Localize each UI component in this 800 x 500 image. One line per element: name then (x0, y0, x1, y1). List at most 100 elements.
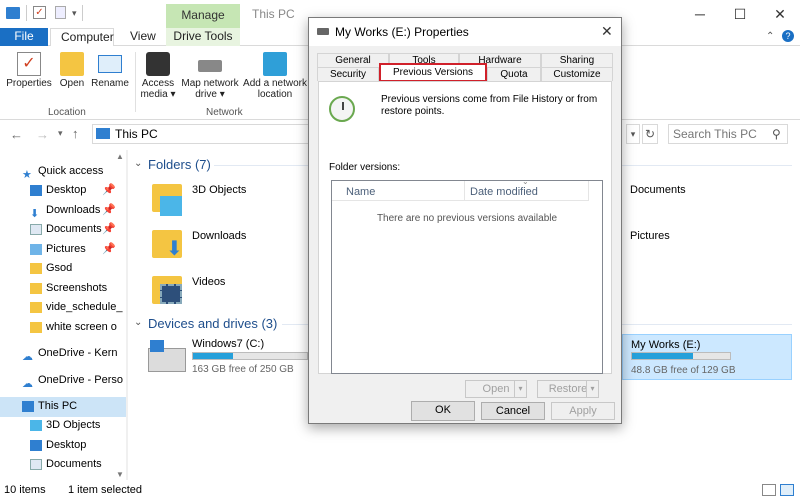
properties-dialog: My Works (E:) Properties ✕ General Tools… (308, 17, 622, 424)
nav-desktop[interactable]: Desktop 📌 (0, 181, 126, 201)
tab-sharing[interactable]: Sharing (541, 53, 613, 67)
tiles-view-icon[interactable] (780, 484, 794, 496)
access-media-button[interactable]: Access media ▾ (138, 52, 178, 100)
ok-button[interactable]: OK (411, 401, 475, 421)
nav-desktop[interactable]: Desktop (0, 436, 126, 456)
properties-button[interactable]: ✓ Properties (4, 52, 54, 89)
nav-pictures[interactable]: Pictures 📌 (0, 240, 126, 260)
pin-icon: 📌 (102, 204, 116, 216)
folder-icon (30, 282, 42, 294)
chevron-down-icon[interactable]: ▾ (586, 381, 598, 397)
nav-this-pc[interactable]: This PC (0, 397, 126, 417)
map-drive-label: Map network drive ▾ (181, 78, 239, 100)
folder-item[interactable]: Videos (150, 274, 300, 314)
rename-button[interactable]: Rename (90, 52, 130, 89)
minimize-button[interactable]: ─ (680, 0, 720, 28)
tab-previous-versions[interactable]: Previous Versions (379, 63, 487, 82)
group-divider (135, 52, 136, 112)
divider (26, 5, 27, 21)
back-icon[interactable]: ← (10, 127, 23, 142)
dialog-close-button[interactable]: ✕ (601, 23, 613, 40)
tab-computer[interactable]: Computer (50, 28, 114, 47)
folder-item[interactable]: Documents (630, 184, 686, 196)
desktop-icon (30, 439, 42, 451)
maximize-button[interactable]: ☐ (720, 0, 760, 28)
address-dropdown-icon[interactable]: ▾ (626, 124, 640, 144)
nav-downloads[interactable]: ⬇ Downloads 📌 (0, 201, 126, 221)
folder-item[interactable]: Pictures (630, 230, 670, 242)
desktop-icon (30, 184, 42, 196)
drive-item[interactable]: Windows7 (C:) 163 GB free of 250 GB (146, 336, 308, 378)
open-version-button[interactable]: Open ▾ (465, 380, 527, 398)
nav-folder[interactable]: vide_schedule_ (0, 298, 126, 318)
help-icon[interactable]: ? (782, 30, 794, 42)
download-icon: ⬇ (30, 207, 40, 220)
add-network-location-button[interactable]: Add a network location (242, 52, 308, 100)
collapse-ribbon-icon[interactable]: ⌃ (766, 31, 774, 42)
scroll-up-icon[interactable]: ▲ (116, 152, 124, 161)
nav-documents[interactable]: Documents 📌 (0, 220, 126, 240)
map-network-drive-button[interactable]: Map network drive ▾ (180, 52, 240, 100)
nav-onedrive[interactable]: ☁ OneDrive - Kern (0, 344, 126, 364)
column-divider[interactable] (464, 181, 465, 201)
folder-name: Downloads (192, 230, 247, 242)
nav-quick-access[interactable]: ★ Quick access (0, 162, 126, 182)
column-name[interactable]: Name (346, 186, 375, 198)
up-icon[interactable]: ↑ (72, 126, 79, 141)
folders-header[interactable]: Folders (7) (148, 157, 211, 172)
tab-view[interactable]: View (120, 28, 166, 46)
tab-panel: Previous versions come from File History… (318, 81, 612, 398)
film-icon (160, 284, 182, 304)
cube-icon (160, 196, 182, 216)
chevron-down-icon[interactable]: ▾ (514, 381, 526, 397)
new-folder-qat-icon[interactable] (55, 6, 66, 19)
tab-drive-tools[interactable]: Drive Tools (166, 28, 240, 46)
open-button[interactable]: Open (56, 52, 88, 89)
nav-documents[interactable]: Documents (0, 455, 126, 475)
drives-header[interactable]: Devices and drives (3) (148, 316, 277, 331)
column-divider[interactable] (588, 181, 589, 201)
nav-folder[interactable]: white screen o (0, 318, 126, 338)
collapse-folders-icon[interactable]: ⌄ (134, 158, 142, 169)
apply-button[interactable]: Apply (551, 402, 615, 420)
drive-usage-bar (192, 352, 308, 360)
cancel-button[interactable]: Cancel (481, 402, 545, 420)
divider (82, 5, 83, 21)
folder-item[interactable]: 3D Objects (150, 182, 300, 222)
recent-dropdown-icon[interactable]: ▾ (58, 128, 63, 139)
nav-3d-objects[interactable]: 3D Objects (0, 416, 126, 436)
drive-name: My Works (E:) (631, 339, 701, 351)
folder-item[interactable]: ⬇ Downloads (150, 228, 300, 268)
nav-scrollbar[interactable] (126, 150, 128, 480)
tab-security[interactable]: Security (317, 67, 379, 81)
drive-item-selected[interactable]: My Works (E:) 48.8 GB free of 129 GB (622, 334, 792, 380)
pin-icon: 📌 (102, 243, 116, 255)
versions-list[interactable]: Name Date modified ⌄ There are no previo… (331, 177, 603, 374)
access-media-label: Access media ▾ (140, 78, 176, 100)
nav-onedrive[interactable]: ☁ OneDrive - Perso (0, 371, 126, 391)
forward-icon[interactable]: → (36, 127, 49, 142)
restore-button[interactable]: Restore ▾ (537, 380, 599, 398)
close-button[interactable]: ✕ (760, 0, 800, 28)
nav-label: Desktop (46, 184, 87, 196)
sort-chevron-icon: ⌄ (522, 177, 529, 186)
tab-quota[interactable]: Quota (487, 67, 541, 81)
open-label: Open (59, 78, 85, 89)
collapse-drives-icon[interactable]: ⌄ (134, 317, 142, 328)
refresh-icon[interactable]: ↻ (642, 124, 658, 144)
tab-file[interactable]: File (0, 28, 48, 46)
tab-customize[interactable]: Customize (541, 67, 613, 81)
manage-tab[interactable]: Manage (166, 4, 240, 28)
computer-icon[interactable] (6, 7, 20, 19)
column-date-modified[interactable]: Date modified (470, 186, 538, 198)
folder-versions-label: Folder versions: (329, 162, 401, 173)
qat-dropdown-icon[interactable]: ▾ (72, 8, 77, 19)
nav-folder[interactable]: Gsod (0, 259, 126, 279)
search-input[interactable]: Search This PC (668, 124, 788, 144)
nav-folder[interactable]: Screenshots (0, 279, 126, 299)
cube-icon (30, 419, 42, 431)
details-view-icon[interactable] (762, 484, 776, 496)
group-location-label: Location (48, 107, 86, 118)
this-pc-icon (96, 128, 110, 139)
properties-qat-icon[interactable]: ✓ (33, 6, 46, 19)
